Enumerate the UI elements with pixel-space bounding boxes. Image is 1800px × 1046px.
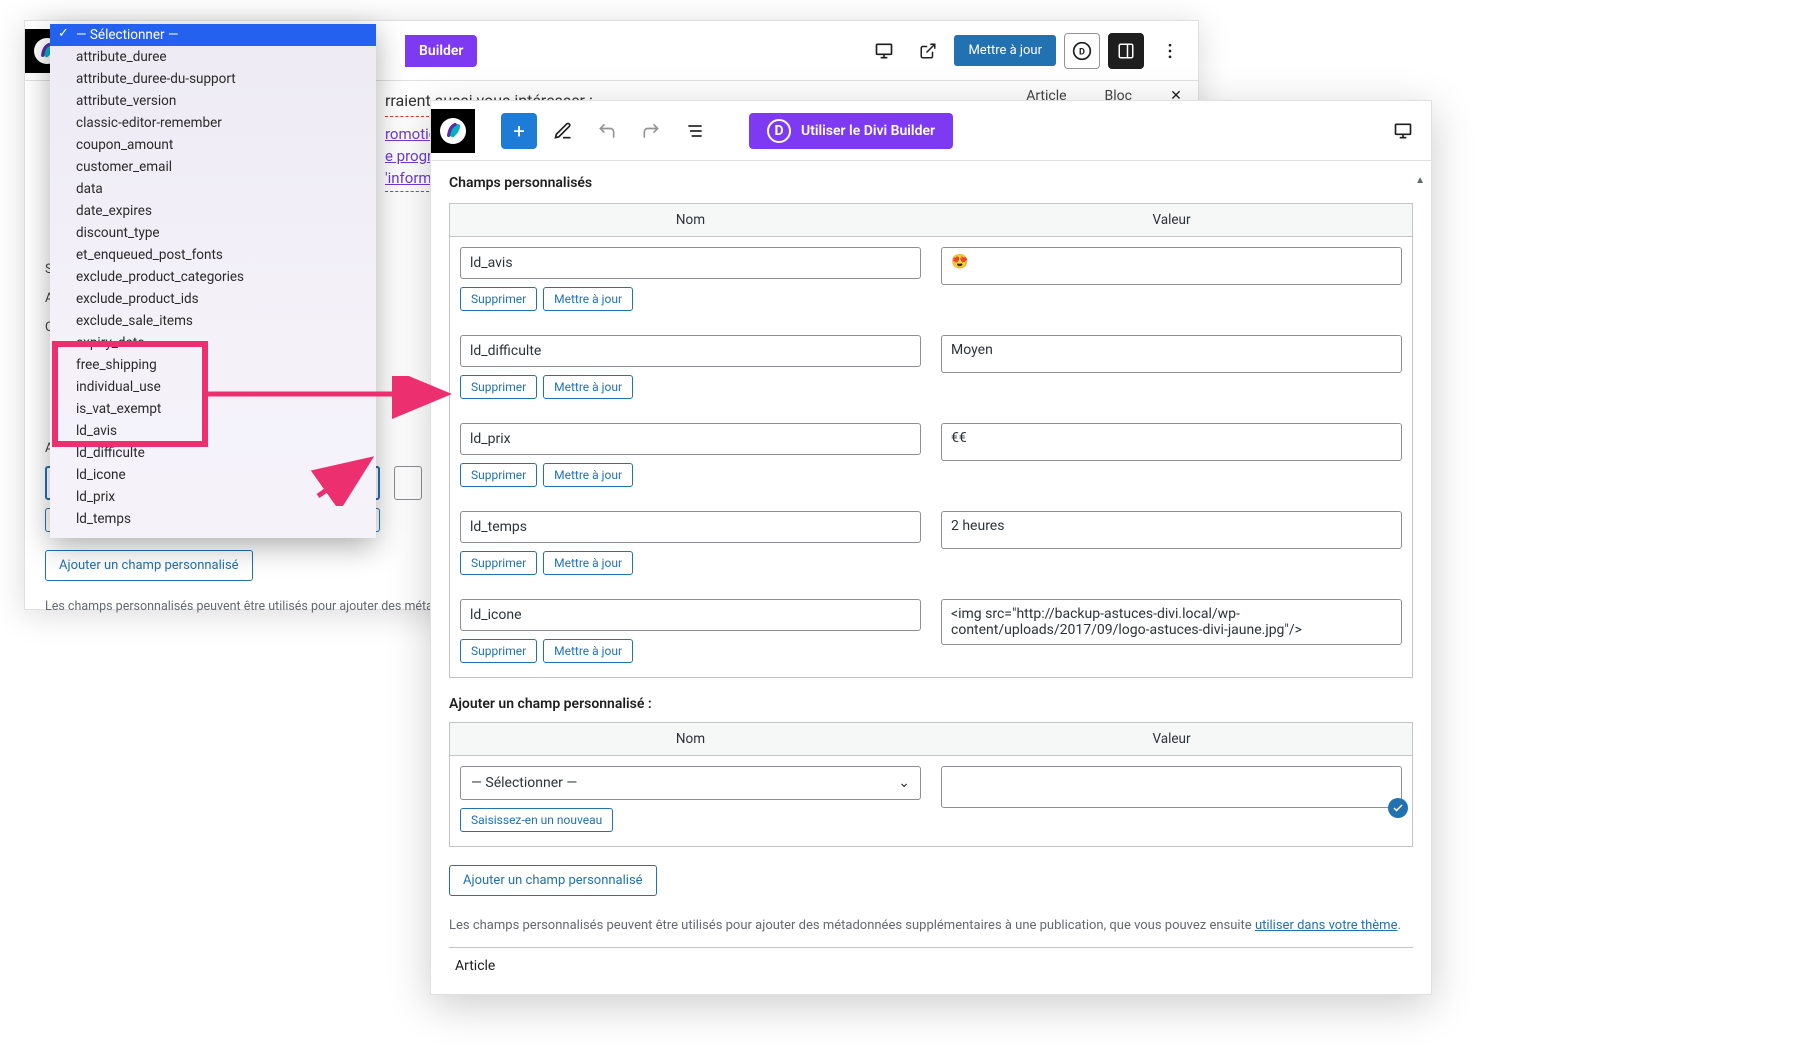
table-row: SupprimerMettre à jour 😍 bbox=[450, 237, 1412, 325]
meta-key-select-right[interactable]: — Sélectionner — ⌄ bbox=[460, 766, 921, 800]
add-cf-title: Ajouter un champ personnalisé : bbox=[449, 696, 1413, 712]
dd-item-ld[interactable]: ld_prix bbox=[50, 486, 376, 508]
help-text-right: Les champs personnalisés peuvent être ut… bbox=[449, 918, 1413, 933]
row-update-button[interactable]: Mettre à jour bbox=[543, 551, 633, 575]
table-row: SupprimerMettre à jour Moyen bbox=[450, 325, 1412, 413]
outline-icon[interactable] bbox=[677, 113, 713, 149]
col-name-2: Nom bbox=[450, 723, 931, 755]
dd-item[interactable]: exclude_product_ids bbox=[50, 288, 376, 310]
dd-item[interactable]: coupon_amount bbox=[50, 134, 376, 156]
custom-fields-heading: Champs personnalisés bbox=[449, 175, 1413, 191]
delete-button[interactable]: Supprimer bbox=[460, 287, 537, 311]
chevron-down-icon: ⌄ bbox=[898, 775, 910, 791]
undo-icon[interactable] bbox=[589, 113, 625, 149]
collapse-icon[interactable]: ▲ bbox=[1415, 175, 1425, 186]
redo-icon[interactable] bbox=[633, 113, 669, 149]
cf-name-input[interactable] bbox=[460, 335, 921, 367]
builder-tag[interactable]: Builder bbox=[405, 35, 477, 67]
row-update-button[interactable]: Mettre à jour bbox=[543, 375, 633, 399]
check-icon[interactable] bbox=[1388, 798, 1408, 818]
cf-name-input[interactable] bbox=[460, 599, 921, 631]
add-block-button[interactable]: + bbox=[501, 113, 537, 149]
cf-name-input[interactable] bbox=[460, 423, 921, 455]
dd-item[interactable]: date_expires bbox=[50, 200, 376, 222]
dd-item-ld[interactable]: ld_difficulte bbox=[50, 442, 376, 464]
cf-value-input[interactable]: Moyen bbox=[941, 335, 1402, 373]
svg-text:D: D bbox=[1079, 47, 1085, 57]
dd-item[interactable]: attribute_duree bbox=[50, 46, 376, 68]
cf-name-input[interactable] bbox=[460, 247, 921, 279]
add-cf-table: Nom Valeur — Sélectionner — ⌄ Saisissez-… bbox=[449, 722, 1413, 847]
update-button[interactable]: Mettre à jour bbox=[954, 35, 1056, 66]
use-divi-builder-button[interactable]: D Utiliser le Divi Builder bbox=[749, 113, 953, 149]
cf-value-input[interactable]: 😍 bbox=[941, 247, 1402, 285]
delete-button[interactable]: Supprimer bbox=[460, 639, 537, 663]
row-update-button[interactable]: Mettre à jour bbox=[543, 287, 633, 311]
meta-key-dropdown[interactable]: — Sélectionner — attribute_dureeattribut… bbox=[50, 24, 376, 538]
cf-value-input[interactable]: <img src="http://backup-astuces-divi.loc… bbox=[941, 599, 1402, 645]
cf-value-input[interactable]: 2 heures bbox=[941, 511, 1402, 549]
dd-item[interactable]: discount_type bbox=[50, 222, 376, 244]
dd-item[interactable]: free_shipping bbox=[50, 354, 376, 376]
row-update-button[interactable]: Mettre à jour bbox=[543, 463, 633, 487]
dd-item-ld[interactable]: ld_icone bbox=[50, 464, 376, 486]
dd-item[interactable]: customer_email bbox=[50, 156, 376, 178]
dd-item-ld[interactable]: ld_avis bbox=[50, 420, 376, 442]
right-window: + D Utiliser le Divi Builder ▲ Champs pe… bbox=[430, 100, 1432, 995]
dd-item[interactable]: data bbox=[50, 178, 376, 200]
more-icon[interactable] bbox=[1152, 33, 1188, 69]
edit-icon[interactable] bbox=[545, 113, 581, 149]
dd-item[interactable]: exclude_sale_items bbox=[50, 310, 376, 332]
custom-fields-table: Nom Valeur SupprimerMettre à jour😍Suppri… bbox=[449, 203, 1413, 678]
dd-item[interactable]: et_enqueued_post_fonts bbox=[50, 244, 376, 266]
value-placeholder-box[interactable] bbox=[394, 466, 422, 500]
select-label-right: — Sélectionner — bbox=[471, 775, 577, 791]
add-custom-field-button-left[interactable]: Ajouter un champ personnalisé bbox=[45, 550, 253, 581]
dd-item-ld[interactable]: ld_temps bbox=[50, 508, 376, 530]
row-update-button[interactable]: Mettre à jour bbox=[543, 639, 633, 663]
dd-item-selected[interactable]: — Sélectionner — bbox=[50, 24, 376, 46]
enter-new-button-right[interactable]: Saisissez-en un nouveau bbox=[460, 808, 613, 832]
new-value-input[interactable] bbox=[941, 766, 1402, 808]
desktop-icon[interactable] bbox=[866, 33, 902, 69]
divi-btn-label: Utiliser le Divi Builder bbox=[801, 123, 935, 139]
table-row: SupprimerMettre à jour <img src="http://b… bbox=[450, 589, 1412, 677]
divi-d-icon[interactable]: D bbox=[1064, 33, 1100, 69]
dd-item[interactable]: individual_use bbox=[50, 376, 376, 398]
dd-item[interactable]: attribute_version bbox=[50, 90, 376, 112]
settings-panel-icon[interactable] bbox=[1108, 33, 1144, 69]
cf-value-input[interactable]: €€ bbox=[941, 423, 1402, 461]
dd-item[interactable]: exclude_product_categories bbox=[50, 266, 376, 288]
dd-item[interactable]: attribute_duree-du-support bbox=[50, 68, 376, 90]
right-toolbar: + D Utiliser le Divi Builder bbox=[431, 101, 1431, 161]
theme-link[interactable]: utiliser dans votre thème bbox=[1255, 918, 1398, 933]
delete-button[interactable]: Supprimer bbox=[460, 375, 537, 399]
cf-name-input[interactable] bbox=[460, 511, 921, 543]
dd-item[interactable]: is_vat_exempt bbox=[50, 398, 376, 420]
article-footer: Article bbox=[449, 947, 1413, 976]
table-row: SupprimerMettre à jour 2 heures bbox=[450, 501, 1412, 589]
table-row: SupprimerMettre à jour €€ bbox=[450, 413, 1412, 501]
desktop-icon[interactable] bbox=[1385, 113, 1421, 149]
col-name: Nom bbox=[450, 204, 931, 236]
delete-button[interactable]: Supprimer bbox=[460, 463, 537, 487]
col-value-2: Valeur bbox=[931, 723, 1412, 755]
wp-logo-right[interactable] bbox=[431, 109, 475, 153]
col-value: Valeur bbox=[931, 204, 1412, 236]
external-link-icon[interactable] bbox=[910, 33, 946, 69]
delete-button[interactable]: Supprimer bbox=[460, 551, 537, 575]
brush-icon bbox=[440, 118, 466, 144]
dd-item[interactable]: expiry_date bbox=[50, 332, 376, 354]
add-custom-field-button[interactable]: Ajouter un champ personnalisé bbox=[449, 865, 657, 896]
dd-item[interactable]: classic-editor-remember bbox=[50, 112, 376, 134]
divi-d-icon: D bbox=[767, 119, 791, 143]
